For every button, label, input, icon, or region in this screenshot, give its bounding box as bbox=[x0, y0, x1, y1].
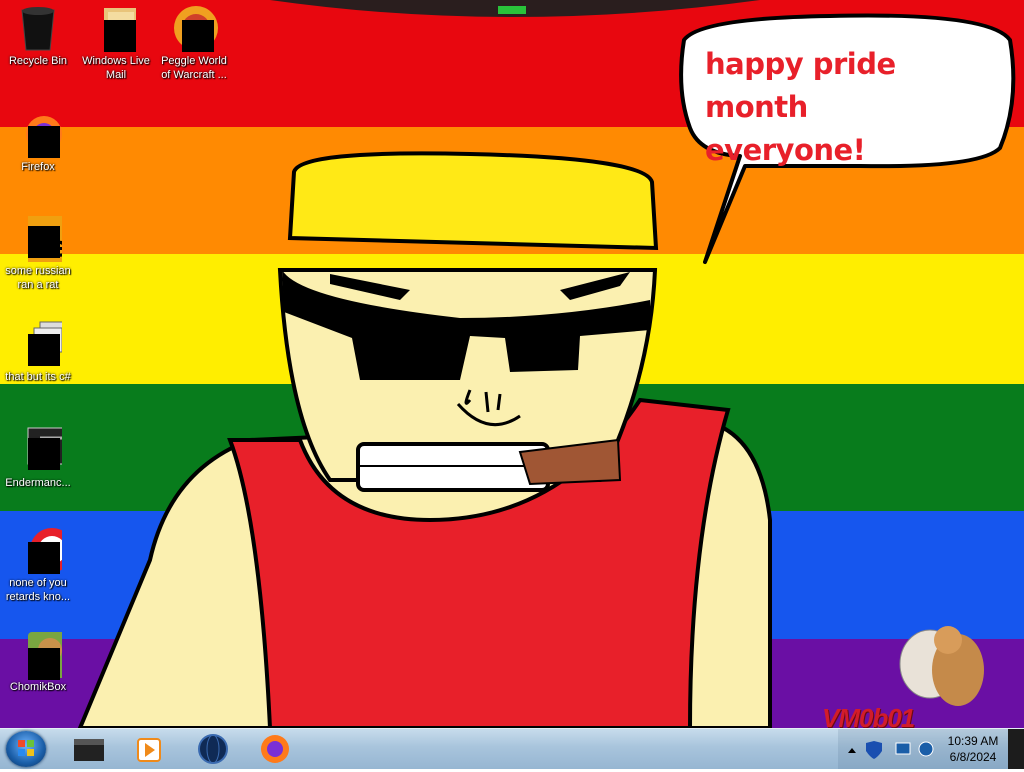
explorer-icon bbox=[74, 739, 104, 761]
speech-bubble-text: happy pride month everyone! bbox=[705, 43, 995, 172]
character-hair bbox=[287, 151, 659, 251]
program-icon bbox=[14, 426, 77, 474]
globe-icon bbox=[198, 734, 228, 764]
peggle-icon bbox=[170, 4, 218, 52]
stacked-windows-icon bbox=[14, 320, 69, 368]
vm-watermark: VM0b01 bbox=[822, 703, 915, 728]
speech-line-2: everyone! bbox=[705, 133, 866, 167]
taskbar-media-player[interactable] bbox=[124, 731, 174, 767]
network-icon bbox=[895, 742, 911, 755]
chevron-up-icon bbox=[848, 748, 856, 753]
desktop-icon-that-but-its-csharp[interactable]: that but its c# bbox=[0, 320, 76, 384]
taskbar-firefox[interactable] bbox=[250, 731, 300, 767]
desktop-icon-label: none of you retards kno... bbox=[5, 577, 71, 603]
clock-date: 6/8/2024 bbox=[949, 750, 997, 764]
start-button[interactable] bbox=[6, 731, 46, 767]
shield-icon bbox=[866, 741, 882, 759]
desktop-icon-label: Endermanc... bbox=[5, 477, 71, 489]
speech-line-1: happy pride month bbox=[705, 47, 896, 124]
tray-icons bbox=[848, 741, 934, 759]
firefox-icon bbox=[261, 735, 289, 763]
redaction-box bbox=[182, 20, 214, 52]
redaction-box bbox=[28, 226, 60, 258]
top-green-mark bbox=[498, 6, 526, 14]
clock-time: 10:39 AM bbox=[947, 734, 999, 748]
windows-logo-icon bbox=[18, 740, 34, 756]
desktop-icon-label: that but its c# bbox=[5, 371, 71, 383]
redaction-box bbox=[28, 334, 60, 366]
media-player-icon bbox=[137, 738, 161, 762]
desktop-icon-label: some russian ran a rat bbox=[5, 265, 71, 291]
desktop-icon-chomikbox[interactable]: ChomikBox bbox=[0, 630, 76, 694]
taskbar: 10:39 AM 6/8/2024 bbox=[0, 728, 1024, 769]
desktop-icon-label: Recycle Bin bbox=[8, 55, 68, 67]
taskbar-globe[interactable] bbox=[188, 731, 238, 767]
desktop-icon-endermanch[interactable]: Endermanc... bbox=[0, 426, 77, 490]
taskbar-explorer[interactable] bbox=[64, 731, 114, 767]
desktop[interactable]: happy pride month everyone! VM0b01 Recyc… bbox=[0, 0, 1024, 728]
redaction-box bbox=[104, 20, 136, 52]
recycle-bin-icon bbox=[14, 4, 62, 52]
app-icon: e bbox=[14, 214, 74, 263]
clock[interactable]: 10:39 AM 6/8/2024 bbox=[930, 733, 1016, 765]
desktop-icon-peggle[interactable]: Peggle World of Warcraft ... bbox=[156, 4, 232, 82]
hamster-icon bbox=[14, 630, 76, 680]
red-circle-icon bbox=[14, 526, 74, 574]
desktop-icon-windows-live-mail[interactable]: Windows Live Mail bbox=[78, 4, 154, 82]
desktop-icon-recycle-bin[interactable]: Recycle Bin bbox=[0, 4, 76, 68]
redaction-box bbox=[28, 126, 60, 158]
desktop-icon-label: Firefox bbox=[21, 161, 55, 173]
desktop-icon-label: ChomikBox bbox=[9, 681, 67, 693]
firefox-icon bbox=[14, 110, 62, 158]
show-desktop-button[interactable] bbox=[1008, 729, 1024, 769]
desktop-icon-some-russian-ran-a-rat[interactable]: e some russian ran a rat bbox=[0, 214, 76, 292]
redaction-box bbox=[28, 648, 60, 680]
desktop-icon-firefox[interactable]: Firefox bbox=[0, 110, 76, 174]
redaction-box bbox=[28, 438, 60, 470]
mail-icon bbox=[92, 4, 140, 52]
desktop-icon-none-of-you[interactable]: none of you retards kno... bbox=[0, 526, 76, 604]
redaction-box bbox=[28, 542, 60, 574]
desktop-icon-label: Windows Live Mail bbox=[82, 55, 150, 81]
desktop-icon-label: Peggle World of Warcraft ... bbox=[161, 55, 227, 81]
